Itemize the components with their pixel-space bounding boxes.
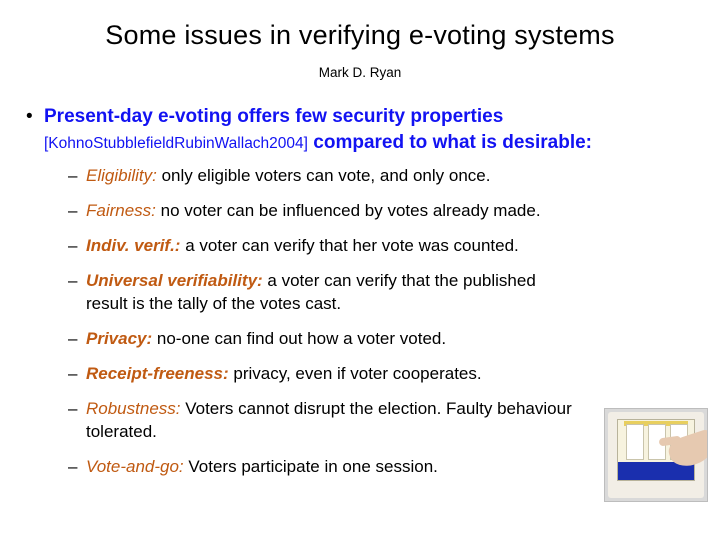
term: Indiv. verif.: (86, 236, 180, 255)
properties-list: Eligibility: only eligible voters can vo… (24, 165, 700, 478)
main-point-trail: compared to what is desirable: (313, 132, 592, 153)
slide-title: Some issues in verifying e-voting system… (0, 20, 720, 51)
term: Robustness: (86, 399, 181, 418)
term: Universal verifiability: (86, 271, 263, 290)
list-item: Vote-and-go: Voters participate in one s… (68, 456, 580, 479)
slide-author: Mark D. Ryan (0, 65, 720, 80)
list-item: Receipt-freeness: privacy, even if voter… (68, 363, 580, 386)
definition: privacy, even if voter cooperates. (229, 364, 482, 383)
definition: no voter can be influenced by votes alre… (156, 201, 541, 220)
term: Fairness: (86, 201, 156, 220)
slide: Some issues in verifying e-voting system… (0, 0, 720, 540)
term: Eligibility: (86, 166, 157, 185)
term: Vote-and-go: (86, 457, 184, 476)
term: Privacy: (86, 329, 152, 348)
definition: only eligible voters can vote, and only … (157, 166, 491, 185)
definition: a voter can verify that her vote was cou… (180, 236, 518, 255)
list-item: Privacy: no-one can find out how a voter… (68, 328, 580, 351)
list-item: Robustness: Voters cannot disrupt the el… (68, 398, 580, 444)
definition: no-one can find out how a voter voted. (152, 329, 446, 348)
main-point-lead: Present-day e-voting offers few security… (44, 106, 503, 127)
citation: [KohnoStubblefieldRubinWallach2004] (44, 135, 308, 152)
main-point: Present-day e-voting offers few security… (24, 104, 700, 155)
definition: Voters participate in one session. (184, 457, 438, 476)
list-item: Eligibility: only eligible voters can vo… (68, 165, 580, 188)
list-item: Indiv. verif.: a voter can verify that h… (68, 235, 580, 258)
list-item: Fairness: no voter can be influenced by … (68, 200, 580, 223)
voting-machine-photo (604, 408, 708, 502)
term: Receipt-freeness: (86, 364, 229, 383)
list-item: Universal verifiability: a voter can ver… (68, 270, 580, 316)
